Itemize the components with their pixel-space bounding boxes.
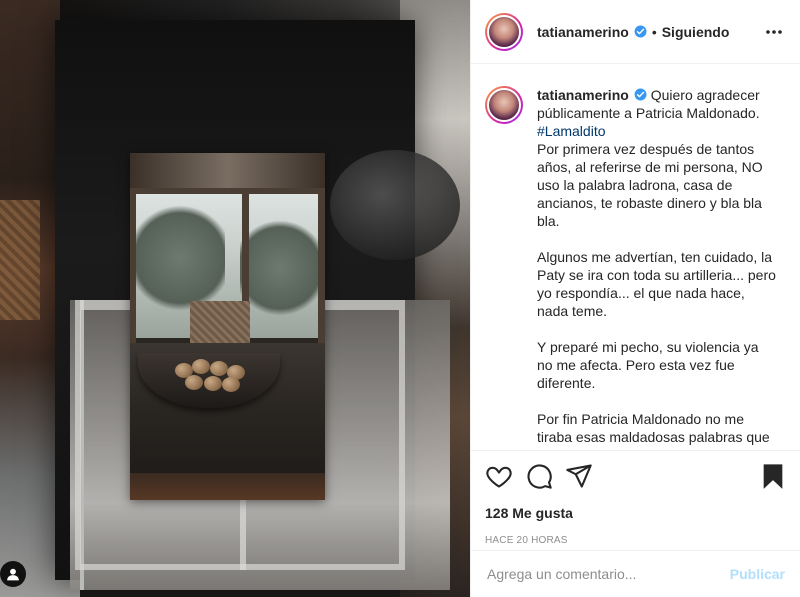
caption-paragraph: Por fin Patricia Maldonado no me tiraba …: [537, 411, 770, 445]
paper-plane-icon[interactable]: [565, 462, 593, 490]
chair-fragment: [0, 200, 40, 320]
caption-section: tatianamerino Quiero agradecer públicame…: [471, 64, 800, 450]
photo-fruit: [210, 361, 228, 376]
caption-username[interactable]: tatianamerino: [537, 87, 629, 103]
tagged-user-button[interactable]: [0, 561, 26, 587]
round-table-fragment: [330, 150, 460, 260]
photo-window-frame: [318, 188, 325, 343]
hashtag-link[interactable]: #Lamaldito: [537, 123, 606, 139]
photo-chair: [190, 301, 250, 346]
person-icon: [7, 568, 19, 581]
comment-icon[interactable]: [525, 462, 553, 490]
more-options-button[interactable]: [762, 20, 786, 44]
author-username[interactable]: tatianamerino: [537, 24, 629, 40]
photo-wall: [130, 153, 325, 188]
author-avatar[interactable]: [485, 12, 523, 51]
caption-author-avatar[interactable]: [485, 86, 523, 124]
caption-paragraph: Por primera vez después de tantos años, …: [537, 141, 767, 229]
post-header: tatianamerino • Siguiendo: [471, 0, 800, 64]
center-photo: [130, 153, 325, 500]
bookmark-icon[interactable]: [759, 462, 787, 490]
separator-dot: •: [651, 23, 657, 40]
action-icons-row: [485, 461, 787, 491]
photo-tree: [240, 213, 320, 323]
more-horizontal-icon: [766, 29, 782, 34]
photo-fruit: [222, 377, 240, 392]
photo-floor: [130, 473, 325, 500]
photo-fruit: [192, 359, 210, 374]
comment-form: Publicar: [471, 550, 800, 597]
post-image[interactable]: [0, 0, 470, 597]
verified-badge-icon: [634, 25, 647, 38]
post-sidebar: tatianamerino • Siguiendo tatianamerino …: [470, 0, 800, 597]
likes-count[interactable]: 128 Me gusta: [485, 505, 787, 521]
post-actions: 128 Me gusta HACE 20 HORAS: [471, 450, 800, 546]
heart-icon[interactable]: [485, 462, 513, 490]
caption-text: tatianamerino Quiero agradecer públicame…: [537, 86, 777, 450]
post-view: tatianamerino • Siguiendo tatianamerino …: [0, 0, 800, 597]
caption-paragraph: Algunos me advertían, ten cuidado, la Pa…: [537, 249, 780, 319]
photo-window-frame: [130, 188, 325, 194]
photo-tree: [135, 198, 225, 318]
caption-paragraph: Y preparé mi pecho, su violencia ya no m…: [537, 339, 763, 391]
post-timestamp[interactable]: HACE 20 HORAS: [485, 535, 787, 546]
following-button[interactable]: Siguiendo: [662, 24, 730, 40]
comment-input[interactable]: [487, 566, 730, 582]
caption-intro-paragraph: tatianamerino Quiero agradecer públicame…: [537, 86, 777, 230]
photo-window-frame: [130, 188, 136, 343]
photo-fruit: [185, 375, 203, 390]
photo-fruit: [204, 376, 222, 391]
verified-badge-icon: [634, 88, 647, 101]
publish-button[interactable]: Publicar: [730, 566, 785, 582]
